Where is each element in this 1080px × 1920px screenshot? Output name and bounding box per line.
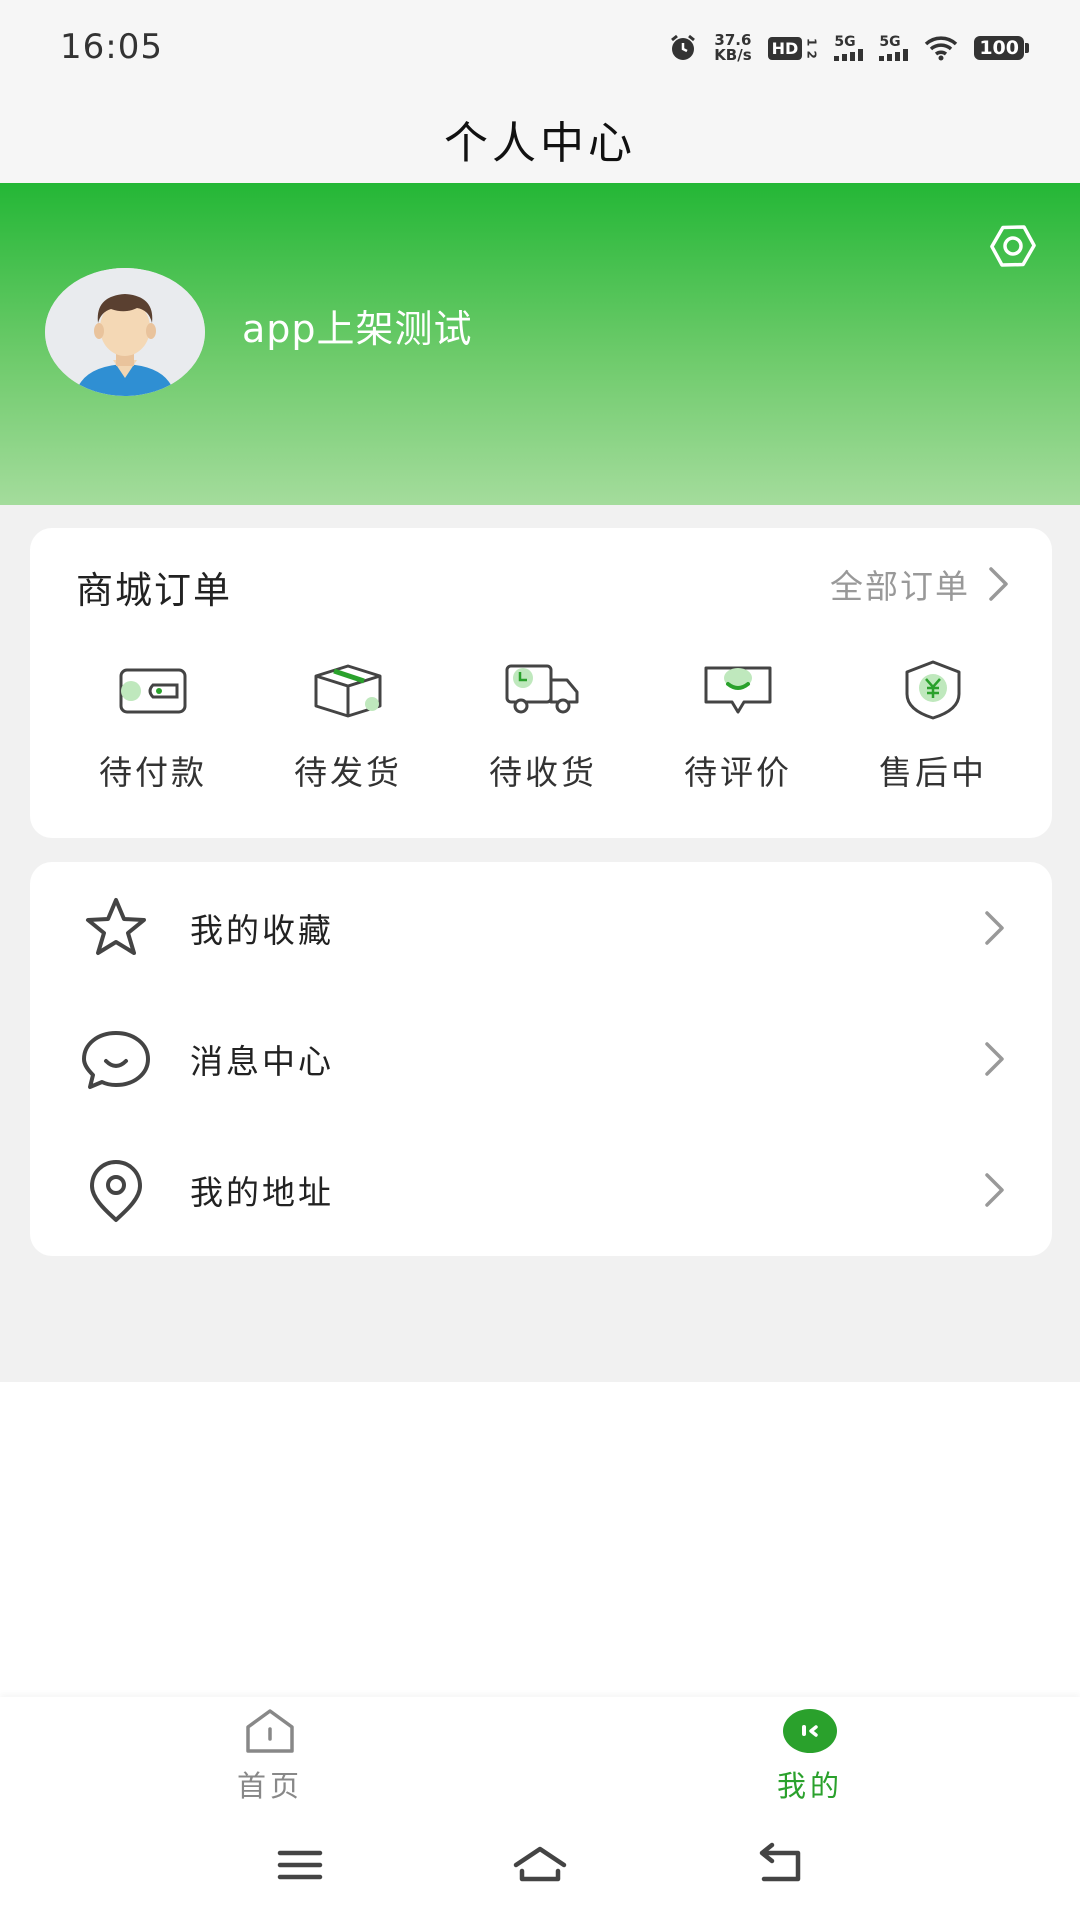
menu-icon[interactable]: [270, 1835, 330, 1895]
order-item-pending-payment[interactable]: 待付款: [78, 658, 228, 794]
menu-item-favorites[interactable]: 我的收藏: [30, 862, 1052, 994]
chevron-right-icon: [989, 567, 1008, 601]
order-item-pending-shipment[interactable]: 待发货: [273, 658, 423, 794]
username: app上架测试: [242, 307, 473, 351]
menu-item-messages[interactable]: 消息中心: [30, 993, 1052, 1125]
menu-item-address[interactable]: 我的地址: [30, 1124, 1052, 1256]
hd-sub: 1 2: [804, 37, 819, 59]
settings-icon[interactable]: [985, 218, 1041, 274]
all-orders-link[interactable]: 全部订单: [830, 560, 1012, 608]
menu-card: 我的收藏 消息中心 我的地址: [30, 862, 1052, 1256]
chevron-right-icon: [985, 1042, 1004, 1076]
page-title: 个人中心: [444, 118, 636, 169]
hd-icon: HD 1 2: [767, 36, 819, 60]
message-icon: [82, 1031, 150, 1089]
chevron-right-icon: [985, 1173, 1004, 1207]
net-speed: 37.6 KB/s: [714, 33, 751, 63]
avatar[interactable]: [45, 268, 205, 396]
order-item-label: 待付款: [99, 753, 207, 792]
truck-icon: [505, 664, 579, 714]
tab-label: 首页: [236, 1769, 303, 1803]
order-status-list: 待付款 待发货 待收货 待评价 售后中: [78, 658, 1008, 794]
review-icon: [704, 666, 772, 714]
signal-icon: 5G: [834, 34, 864, 61]
order-item-label: 售后中: [879, 753, 987, 792]
bottom-tab-bar: 首页 我的: [0, 1697, 1080, 1809]
profile-header: app上架测试: [0, 183, 1080, 505]
status-bar: 16:05 37.6 KB/s HD 1 2 5G 5G 100: [0, 0, 1080, 95]
wifi-icon: [924, 35, 958, 61]
status-icons: 37.6 KB/s HD 1 2 5G 5G 100: [668, 30, 1029, 66]
back-icon[interactable]: [750, 1835, 810, 1895]
order-item-label: 待评价: [684, 753, 792, 792]
signal-label: 5G: [879, 34, 901, 50]
orders-title: 商城订单: [76, 569, 232, 612]
star-icon: [86, 898, 146, 955]
signal-label: 5G: [834, 34, 856, 50]
orders-card: 商城订单 全部订单 待付款 待发货 待收货 待评价 售后中: [30, 528, 1052, 838]
order-item-pending-receipt[interactable]: 待收货: [468, 658, 618, 794]
location-icon: [90, 1160, 142, 1222]
package-icon: [314, 664, 382, 718]
tab-mine[interactable]: 我的: [730, 1705, 890, 1805]
order-item-after-sale[interactable]: 售后中: [858, 658, 1008, 794]
order-item-label: 待收货: [489, 753, 597, 792]
signal-icon: 5G: [879, 34, 909, 61]
all-orders-label: 全部订单: [830, 567, 970, 606]
alarm-icon: [668, 33, 698, 63]
menu-item-label: 我的收藏: [190, 911, 334, 950]
title-bar: 个人中心: [0, 95, 1080, 183]
tab-home[interactable]: 首页: [190, 1705, 350, 1805]
menu-item-label: 我的地址: [190, 1173, 334, 1212]
status-time: 16:05: [60, 27, 163, 67]
tab-label: 我的: [776, 1769, 843, 1803]
net-speed-unit: KB/s: [714, 46, 752, 64]
profile-face-icon: [783, 1709, 837, 1753]
order-item-label: 待发货: [294, 753, 402, 792]
home-nav-icon[interactable]: [510, 1835, 570, 1895]
home-icon: [246, 1709, 294, 1753]
after-sale-shield-icon: [905, 660, 961, 720]
menu-item-label: 消息中心: [190, 1042, 334, 1081]
wallet-icon: [119, 668, 187, 714]
chevron-right-icon: [985, 911, 1004, 945]
order-item-pending-review[interactable]: 待评价: [663, 658, 813, 794]
battery-icon: 100: [974, 36, 1029, 60]
hd-label: HD: [767, 36, 803, 60]
system-navigation-bar: [0, 1809, 1080, 1920]
